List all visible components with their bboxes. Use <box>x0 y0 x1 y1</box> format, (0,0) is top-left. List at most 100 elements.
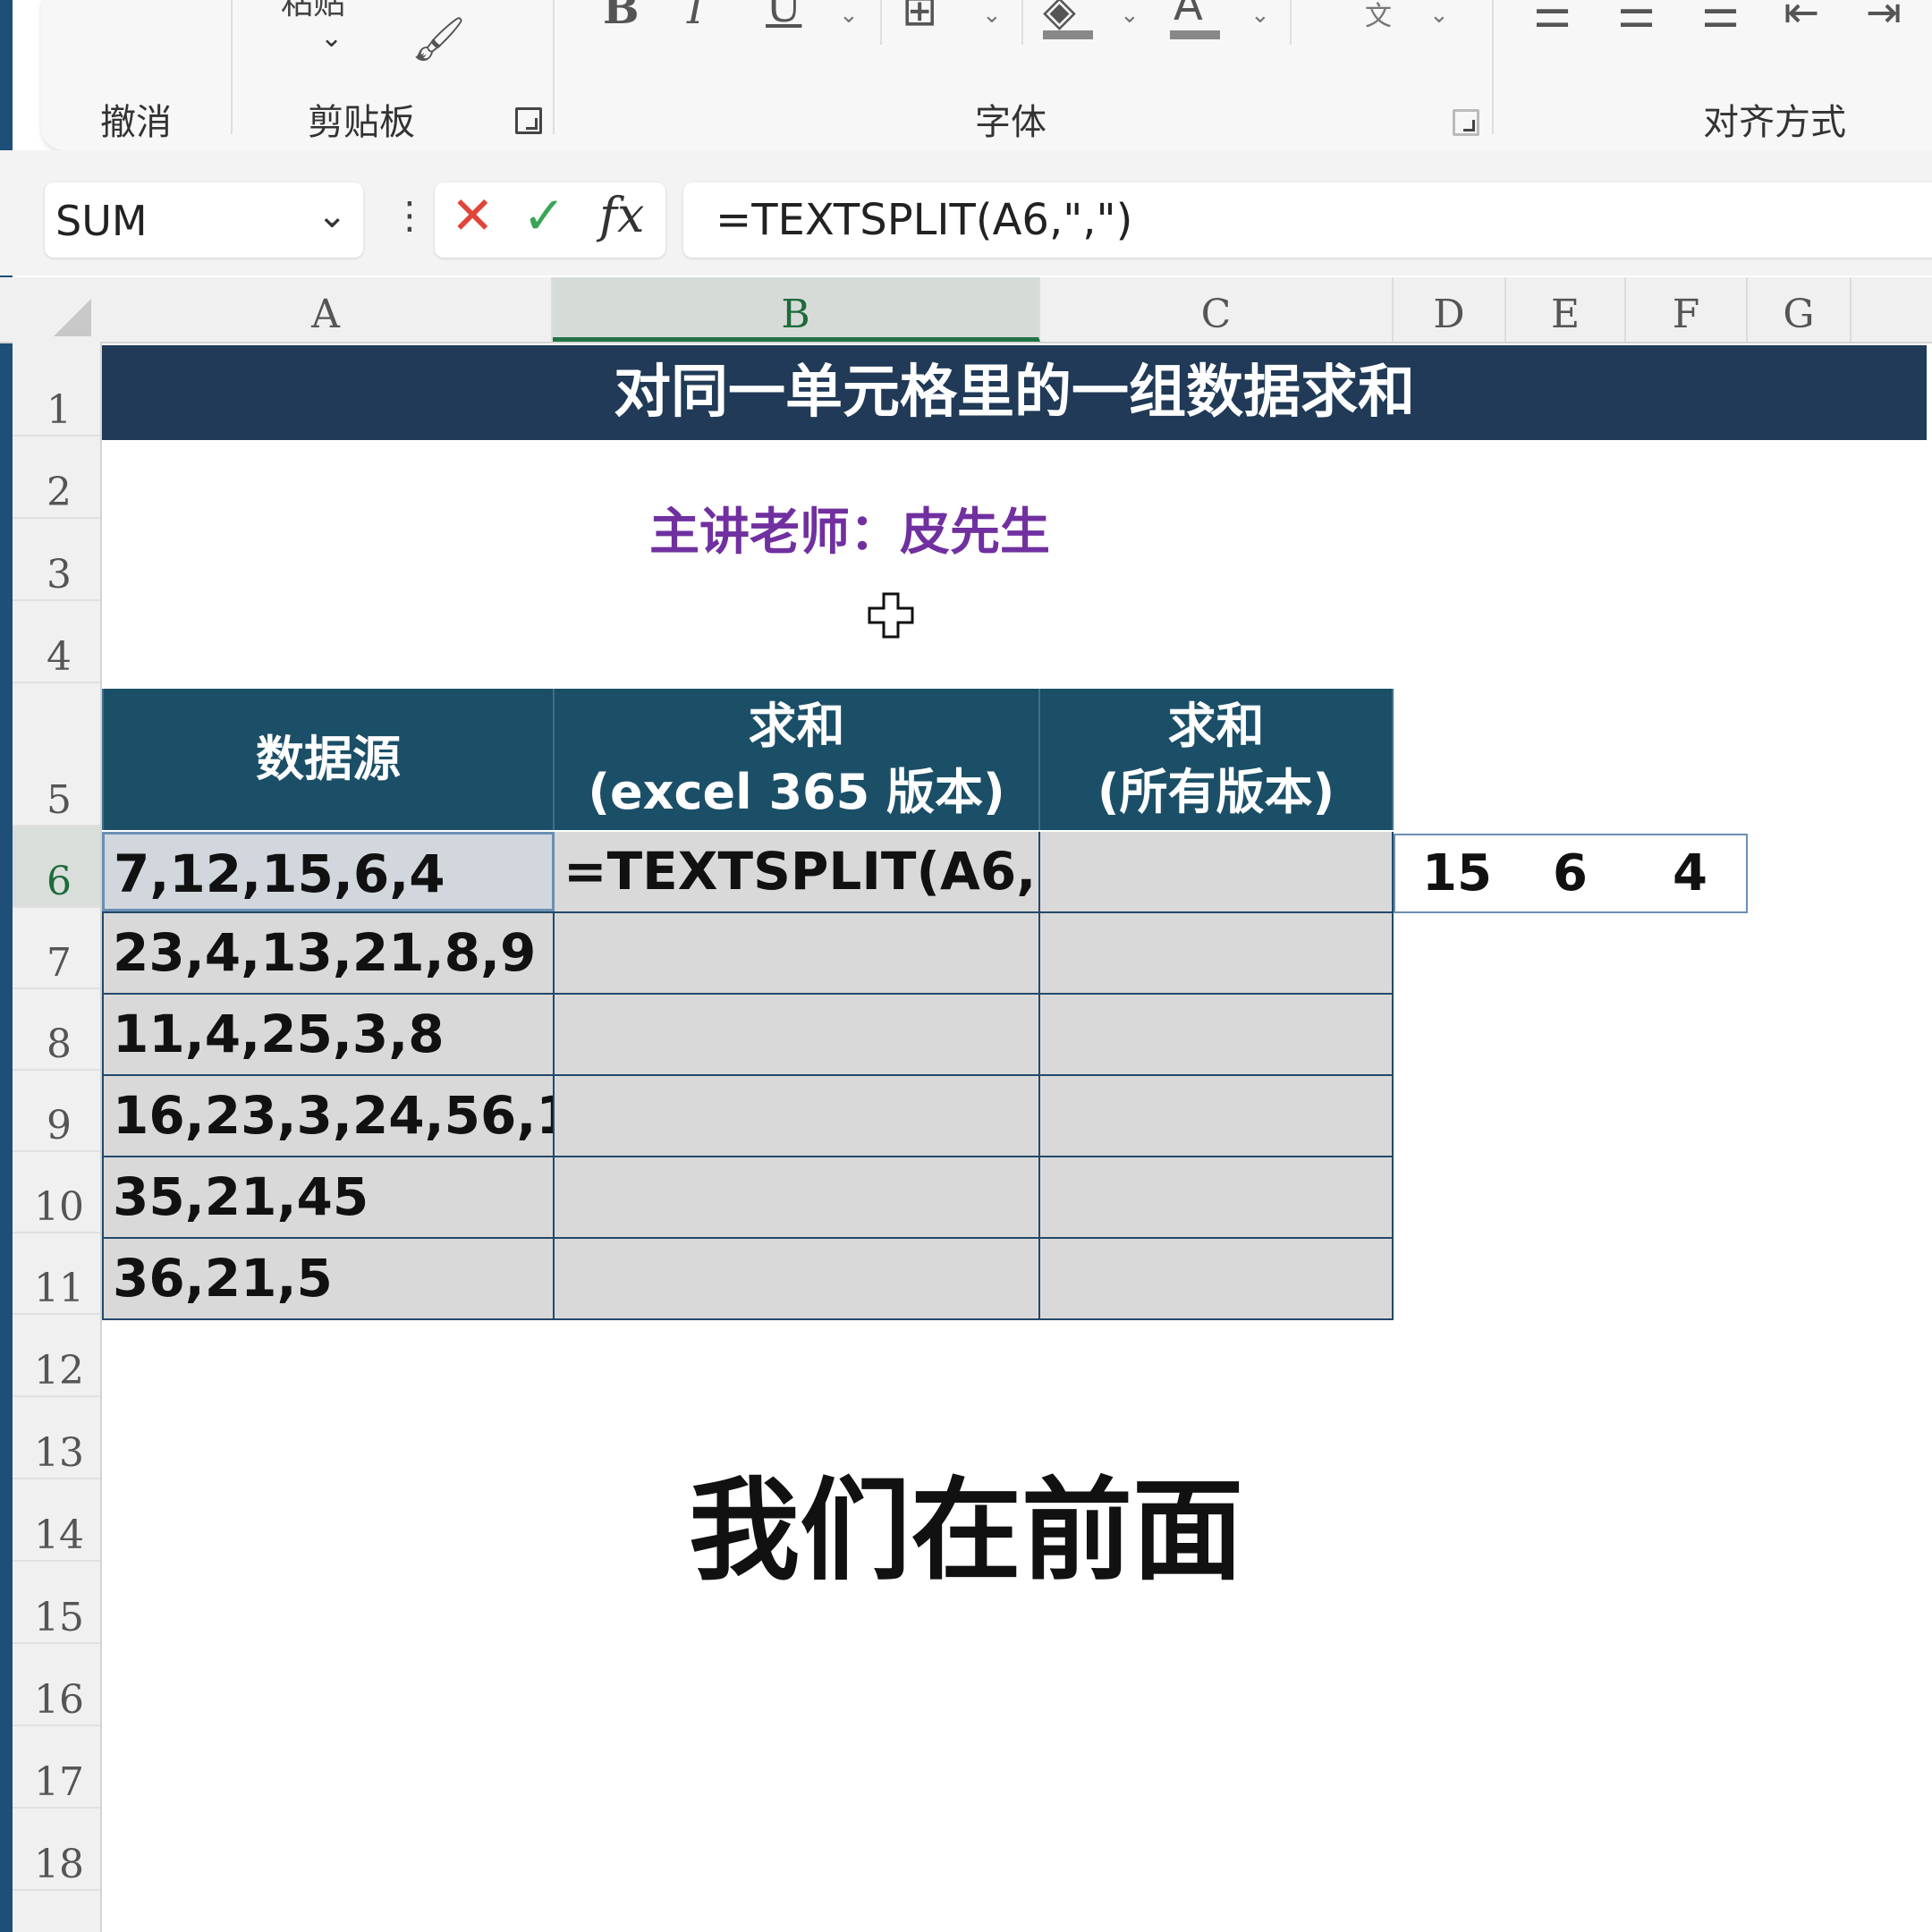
group-label-undo: 撤消 <box>100 102 172 143</box>
more-options-icon[interactable]: ⋮ <box>391 197 428 234</box>
cancel-icon[interactable]: ✕ <box>451 190 495 242</box>
italic-icon[interactable]: I <box>687 0 704 30</box>
column-header-a[interactable]: A <box>100 277 553 342</box>
border-icon[interactable]: ⊞ <box>902 0 937 32</box>
cell-b8[interactable] <box>555 995 1040 1074</box>
cell-c8[interactable] <box>1040 995 1394 1074</box>
header-data-source-label: 数据源 <box>256 731 401 787</box>
cell-b10[interactable] <box>555 1157 1040 1237</box>
edit-ref: A6 <box>939 841 1017 902</box>
cell-a10[interactable]: 35,21,45 <box>102 1157 555 1237</box>
group-label-font: 字体 <box>975 102 1046 143</box>
row-header-2[interactable]: 2 <box>13 436 100 519</box>
column-header-c[interactable]: C <box>1040 277 1394 342</box>
name-box[interactable]: SUM ⌄ <box>45 182 363 258</box>
column-header-g[interactable]: G <box>1748 277 1852 342</box>
cell-b11[interactable] <box>555 1239 1040 1318</box>
font-launcher-icon[interactable] <box>1453 109 1479 136</box>
edit-suffix: ,",") <box>1016 841 1038 902</box>
formula-input[interactable]: =TEXTSPLIT(A6,",") <box>683 182 1932 258</box>
row-header-5[interactable]: 5 <box>13 683 100 826</box>
fill-color-icon[interactable]: ◈ <box>1043 0 1076 32</box>
header-sum-365-line1: 求和 <box>748 698 845 754</box>
cell-a9[interactable]: 16,23,3,24,56,13 <box>102 1076 555 1156</box>
sheet-title[interactable]: 对同一单元格里的一组数据求和 <box>102 345 1927 440</box>
border-dropdown-icon[interactable]: ⌄ <box>982 4 1002 27</box>
spill-value-e6[interactable]: 6 <box>1553 835 1588 912</box>
spill-value-d6[interactable]: 15 <box>1422 835 1492 912</box>
fill-color-bar <box>1043 30 1093 39</box>
cell-b9[interactable] <box>555 1076 1040 1156</box>
underline-icon[interactable]: U <box>766 0 801 29</box>
row-header-6[interactable]: 6 <box>13 826 100 908</box>
column-header-d[interactable]: D <box>1394 277 1506 342</box>
table-row: 11,4,25,3,8 <box>102 995 1394 1076</box>
decrease-indent-icon[interactable]: ⇤ <box>1784 0 1819 34</box>
select-all-button[interactable] <box>16 286 97 340</box>
row-header-column: 1 2 3 4 5 6 7 8 9 10 11 12 13 14 15 16 1… <box>13 342 102 1932</box>
formula-bar: SUM ⌄ ⋮ ✕ ✓ fx =TEXTSPLIT(A6,",") <box>0 150 1932 275</box>
row-header-9[interactable]: 9 <box>13 1071 100 1152</box>
cell-a7[interactable]: 23,4,13,21,8,9 <box>102 913 555 993</box>
row-header-11[interactable]: 11 <box>13 1233 100 1315</box>
increase-indent-icon[interactable]: ⇥ <box>1866 0 1902 34</box>
bold-icon[interactable]: B <box>603 0 640 30</box>
row-header-4[interactable]: 4 <box>13 601 100 683</box>
row-header-17[interactable]: 17 <box>13 1726 100 1809</box>
underline-dropdown-icon[interactable]: ⌄ <box>839 4 859 27</box>
presenter-text[interactable]: 主讲老师：皮先生 <box>555 492 1145 564</box>
fill-dropdown-icon[interactable]: ⌄ <box>1120 4 1140 27</box>
format-painter-icon[interactable]: 🖌 <box>411 18 466 61</box>
column-header-b[interactable]: B <box>553 277 1040 342</box>
row-header-10[interactable]: 10 <box>13 1152 100 1233</box>
enter-icon[interactable]: ✓ <box>522 190 566 242</box>
edit-func: TEXTSPLIT( <box>606 841 940 902</box>
ribbon: 粘贴 ⌄ 🖌 撤消 剪贴板 B I U ⌄ ⊞ ⌄ ◈ ⌄ A ⌄ 文 ⌄ 字体… <box>41 0 1932 150</box>
align-right-icon[interactable]: ☰ <box>1701 0 1740 34</box>
cell-c9[interactable] <box>1040 1076 1394 1156</box>
excel-window: 粘贴 ⌄ 🖌 撤消 剪贴板 B I U ⌄ ⊞ ⌄ ◈ ⌄ A ⌄ 文 ⌄ 字体… <box>0 0 1932 1932</box>
cell-a11[interactable]: 36,21,5 <box>102 1239 555 1318</box>
table-row: 36,21,5 <box>102 1239 1394 1320</box>
row-header-18[interactable]: 18 <box>13 1809 100 1891</box>
row-header-7[interactable]: 7 <box>13 908 100 989</box>
header-sum-all[interactable]: 求和 (所有版本) <box>1040 689 1394 830</box>
row-header-16[interactable]: 16 <box>13 1644 100 1726</box>
cell-a6[interactable]: 7,12,15,6,4 <box>102 832 555 911</box>
column-header-row: A B C D E F G <box>0 277 1932 343</box>
phonetic-dropdown-icon[interactable]: ⌄ <box>1429 4 1449 27</box>
align-left-icon[interactable]: ☰ <box>1533 0 1572 34</box>
clipboard-launcher-icon[interactable] <box>515 107 542 134</box>
formula-buttons: ✕ ✓ fx <box>435 182 665 258</box>
phonetic-icon[interactable]: 文 <box>1365 4 1392 30</box>
paste-label[interactable]: 粘贴 <box>281 0 345 20</box>
name-box-value: SUM <box>55 197 148 245</box>
header-sum-365[interactable]: 求和 (excel 365 版本) <box>555 689 1040 830</box>
column-header-f[interactable]: F <box>1626 277 1748 342</box>
cell-c7[interactable] <box>1040 913 1394 993</box>
paste-dropdown-icon[interactable]: ⌄ <box>320 25 343 52</box>
cell-c11[interactable] <box>1040 1239 1394 1318</box>
row-header-1[interactable]: 1 <box>13 342 100 436</box>
header-data-source[interactable]: 数据源 <box>102 689 555 830</box>
ribbon-separator <box>231 0 233 134</box>
ribbon-separator <box>1290 0 1292 45</box>
align-center-icon[interactable]: ☰ <box>1617 0 1656 34</box>
chevron-down-icon[interactable]: ⌄ <box>317 195 347 236</box>
font-color-icon[interactable]: A <box>1174 0 1203 27</box>
insert-function-icon[interactable]: fx <box>599 191 644 240</box>
cell-c6[interactable] <box>1040 832 1394 911</box>
formula-text: =TEXTSPLIT(A6,",") <box>716 195 1133 245</box>
row-header-3[interactable]: 3 <box>13 519 100 601</box>
cell-b7[interactable] <box>555 913 1040 993</box>
row-header-8[interactable]: 8 <box>13 989 100 1071</box>
row-header-12[interactable]: 12 <box>13 1315 100 1397</box>
spill-value-f6[interactable]: 4 <box>1673 835 1707 912</box>
cell-c10[interactable] <box>1040 1157 1394 1237</box>
cell-b6-editing[interactable]: =TEXTSPLIT(A6,",") <box>555 832 1040 911</box>
ribbon-separator <box>880 0 882 45</box>
ribbon-separator <box>553 0 555 134</box>
font-color-dropdown-icon[interactable]: ⌄ <box>1250 4 1270 27</box>
column-header-e[interactable]: E <box>1506 277 1626 342</box>
cell-a8[interactable]: 11,4,25,3,8 <box>102 995 555 1074</box>
